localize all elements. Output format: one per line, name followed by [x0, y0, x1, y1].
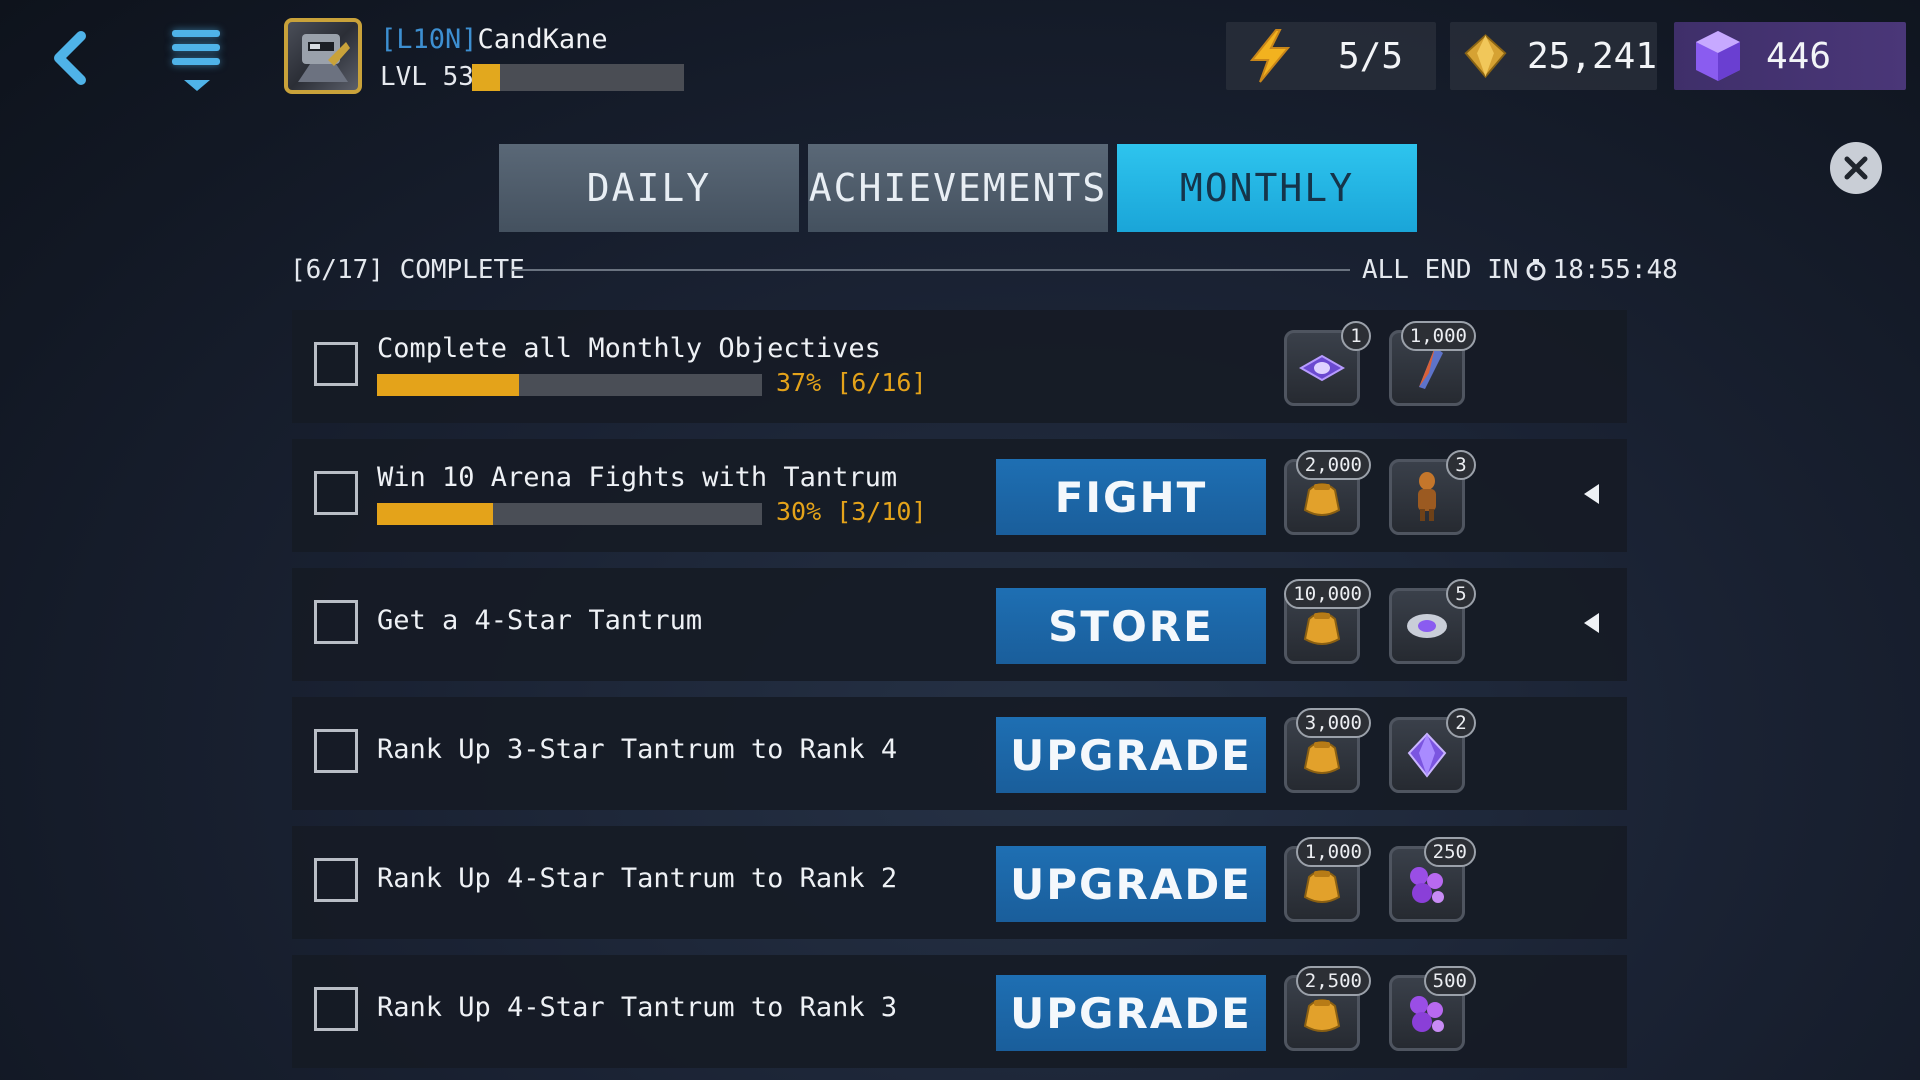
menu-icon-bar [172, 44, 220, 51]
store-button[interactable]: STORE [996, 588, 1266, 664]
objective-checkbox[interactable] [314, 729, 358, 773]
lightning-icon [1249, 29, 1291, 83]
expand-arrow-icon[interactable] [1584, 484, 1599, 504]
reward-count: 250 [1423, 837, 1476, 867]
menu-chevron-icon [184, 80, 210, 91]
timer: ALL END IN 18:55:48 [1362, 255, 1678, 285]
energy-value: 5/5 [1338, 35, 1404, 77]
objective-row: Win 10 Arena Fights with Tantrum 30% [3/… [292, 439, 1627, 552]
objective-checkbox[interactable] [314, 600, 358, 644]
player-level: LVL 53 [380, 62, 474, 92]
upgrade-button[interactable]: UPGRADE [996, 975, 1266, 1051]
objective-title: Complete all Monthly Objectives [377, 333, 881, 364]
reward-slot[interactable]: 3 [1389, 450, 1476, 535]
close-button[interactable] [1830, 142, 1882, 194]
divider [512, 269, 1350, 271]
objective-checkbox[interactable] [314, 858, 358, 902]
gold-value: 25,241 [1526, 35, 1657, 77]
reward-slot[interactable]: 10,000 [1284, 579, 1371, 664]
back-arrow-icon [54, 31, 86, 85]
objective-progress-bar [377, 503, 762, 525]
reward-slot[interactable]: 1,000 [1284, 837, 1371, 922]
alliance-tag: [L10N] [380, 24, 478, 55]
objective-progress-text: 30% [3/10] [776, 497, 927, 526]
gold-bag-icon [1303, 612, 1341, 645]
clock-icon [1526, 259, 1546, 281]
tab-monthly[interactable]: MONTHLY [1117, 144, 1417, 232]
objective-row: Rank Up 4-Star Tantrum to Rank 3 UPGRADE… [292, 955, 1627, 1068]
gold-icon [1464, 34, 1507, 79]
progress-fill [377, 374, 520, 396]
reward-count: 3,000 [1295, 708, 1371, 738]
reward-slot[interactable]: 1,000 [1389, 321, 1476, 406]
objective-progress-text: 37% [6/16] [776, 368, 927, 397]
gold-counter[interactable]: 25,241 [1450, 22, 1657, 90]
xp-bar-fill [472, 64, 500, 91]
progress-fill [377, 503, 493, 525]
robot-portrait-icon [298, 34, 350, 82]
objective-row: Get a 4-Star Tantrum STORE 10,000 5 [292, 568, 1627, 681]
fight-button[interactable]: FIGHT [996, 459, 1266, 535]
objective-title: Rank Up 4-Star Tantrum to Rank 3 [377, 992, 898, 1023]
objective-title: Rank Up 4-Star Tantrum to Rank 2 [377, 863, 898, 894]
units-value: 446 [1766, 35, 1832, 77]
reward-count: 5 [1446, 579, 1476, 609]
purple-crystal-icon [1407, 732, 1447, 778]
objective-row: Rank Up 3-Star Tantrum to Rank 4 UPGRADE… [292, 697, 1627, 810]
units-counter[interactable]: 446 [1674, 22, 1906, 90]
reward-slot[interactable]: 500 [1389, 966, 1476, 1051]
completion-summary: [6/17] COMPLETE [290, 255, 525, 285]
gold-bag-icon [1303, 483, 1341, 516]
reward-slot[interactable]: 250 [1389, 837, 1476, 922]
reward-count: 1,000 [1295, 837, 1371, 867]
reward-slot[interactable]: 1 [1284, 321, 1371, 406]
objective-title: Rank Up 3-Star Tantrum to Rank 4 [377, 734, 898, 765]
tab-achievements[interactable]: ACHIEVEMENTS [808, 144, 1108, 232]
reward-slot[interactable]: 3,000 [1284, 708, 1371, 793]
upgrade-button[interactable]: UPGRADE [996, 717, 1266, 793]
objective-title: Get a 4-Star Tantrum [377, 605, 703, 636]
objective-checkbox[interactable] [314, 987, 358, 1031]
objective-row: Rank Up 4-Star Tantrum to Rank 2 UPGRADE… [292, 826, 1627, 939]
reward-count: 1,000 [1400, 321, 1476, 351]
tab-daily[interactable]: DAILY [499, 144, 799, 232]
reward-count: 3 [1446, 450, 1476, 480]
reward-count: 10,000 [1284, 579, 1371, 609]
timer-value: 18:55:48 [1552, 255, 1678, 285]
hero-figure-icon [1418, 472, 1436, 521]
objective-progress-bar [377, 374, 762, 396]
reward-slot[interactable]: 2,500 [1284, 966, 1371, 1051]
energy-counter[interactable]: 5/5 [1226, 22, 1436, 90]
objective-checkbox[interactable] [314, 471, 358, 515]
silver-orb-icon [1407, 614, 1447, 638]
player-name: [L10N]CandKane [380, 24, 608, 55]
xp-bar [472, 64, 684, 91]
gold-bag-icon [1303, 999, 1341, 1032]
reward-count: 2,500 [1295, 966, 1371, 996]
reward-slot[interactable]: 2 [1389, 708, 1476, 793]
reward-count: 2,000 [1295, 450, 1371, 480]
gold-bag-icon [1303, 741, 1341, 774]
avatar[interactable] [284, 18, 362, 94]
expand-arrow-icon[interactable] [1584, 613, 1599, 633]
menu-icon-bar [172, 58, 220, 65]
reward-slot[interactable]: 2,000 [1284, 450, 1371, 535]
menu-icon-bar [172, 30, 220, 37]
back-button[interactable] [40, 22, 98, 94]
reward-count: 1 [1341, 321, 1371, 351]
reward-count: 2 [1446, 708, 1476, 738]
menu-button[interactable] [164, 26, 228, 96]
purple-eye-shard-icon [1298, 354, 1346, 382]
timer-label: ALL END IN [1362, 255, 1519, 285]
gold-bag-icon [1303, 870, 1341, 903]
reward-count: 500 [1423, 966, 1476, 996]
close-icon [1844, 156, 1868, 180]
objective-title: Win 10 Arena Fights with Tantrum [377, 462, 898, 493]
upgrade-button[interactable]: UPGRADE [996, 846, 1266, 922]
unit-cube-icon [1696, 31, 1740, 81]
player-username: CandKane [477, 24, 608, 55]
objective-row: Complete all Monthly Objectives 37% [6/1… [292, 310, 1627, 423]
objective-checkbox[interactable] [314, 342, 358, 386]
reward-slot[interactable]: 5 [1389, 579, 1476, 664]
